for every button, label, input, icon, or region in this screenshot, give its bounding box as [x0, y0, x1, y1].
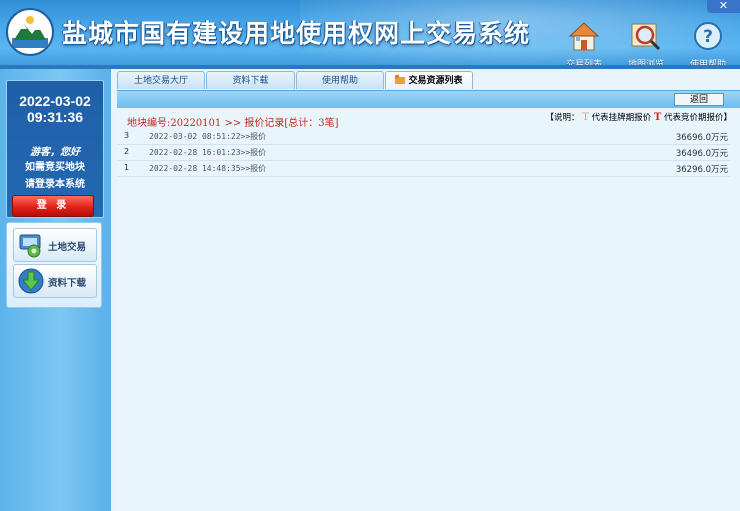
- login-hint-1: 如需竞买地块: [25, 162, 85, 173]
- system-title: 盐城市国有建设用地使用权网上交易系统: [62, 19, 531, 48]
- land-trade-icon: [19, 234, 41, 258]
- row-seq: 2: [124, 147, 130, 156]
- help-icon: ?: [694, 22, 722, 50]
- table-row: 1 2022-02-28 14:48:35>>报价 36296.0万元: [117, 161, 730, 177]
- tab-download-label: 资料下载: [232, 76, 269, 86]
- folder-icon: [395, 75, 406, 84]
- auction-period-text: 代表竞价期报价】: [663, 113, 732, 123]
- svg-text:?: ?: [703, 27, 713, 47]
- row-value: 36696.0万元: [675, 133, 728, 143]
- login-button[interactable]: 登 录: [12, 195, 94, 217]
- tab-help-label: 使用帮助: [321, 76, 358, 86]
- welcome-text: 游客，您好: [30, 147, 80, 158]
- record-title: 地块编号:20220101 >> 报价记录[总计：3笔]: [127, 118, 339, 129]
- row-time: 2022-02-28 16:01:23>>报价: [149, 148, 267, 157]
- menu-land-trade[interactable]: 土地交易: [13, 228, 97, 262]
- current-date: 2022-03-02: [19, 93, 91, 109]
- nav-trade-list[interactable]: 交易列表: [559, 20, 609, 69]
- back-button[interactable]: 返回: [674, 93, 724, 106]
- nav-help[interactable]: ? 使用帮助: [683, 20, 733, 69]
- bid-record-panel: 地块编号:20220101 >> 报价记录[总计：3笔] 【说明： T 代表挂牌…: [117, 108, 740, 511]
- tab-trade-resource-list[interactable]: 交易资源列表: [385, 71, 473, 89]
- legend-prefix: 【说明：: [545, 113, 580, 123]
- nav-trade-list-label: 交易列表: [565, 60, 602, 69]
- nav-map-browse-label: 地图浏览: [627, 60, 664, 69]
- tab-trade-resource-list-label: 交易资源列表: [408, 76, 463, 86]
- nav-map-browse[interactable]: 地图浏览: [621, 20, 671, 69]
- listing-period-text: 代表挂牌期报价: [591, 113, 652, 123]
- menu-download-label: 资料下载: [48, 278, 87, 289]
- current-time: 09:31:36: [26, 109, 84, 125]
- main-area: 土地交易大厅 资料下载 使用帮助 交易资源列表 返回 地块编号:20220101…: [117, 70, 740, 511]
- table-row: 3 2022-03-02 08:51:22>>报价 36696.0万元: [117, 129, 730, 145]
- close-button[interactable]: ✕: [707, 0, 740, 13]
- header-bar: 盐城市国有建设用地使用权网上交易系统 ✕ 交易列表 地图浏览 ? 使用帮助: [0, 0, 740, 69]
- tab-bar: 土地交易大厅 资料下载 使用帮助 交易资源列表: [117, 70, 740, 90]
- row-time: 2022-03-02 08:51:22>>报价: [149, 132, 267, 141]
- row-seq: 1: [124, 163, 130, 172]
- house-icon: [568, 22, 600, 51]
- tab-land-trade-hall-label: 土地交易大厅: [133, 76, 188, 86]
- legend: 【说明： T 代表挂牌期报价 T 代表竞价期报价】: [546, 111, 732, 123]
- listing-period-marker: T: [582, 112, 589, 123]
- login-hint-2: 请登录本系统: [25, 179, 85, 190]
- tab-download[interactable]: 资料下载: [206, 71, 295, 89]
- download-icon: [18, 268, 44, 294]
- row-value: 36496.0万元: [675, 149, 728, 159]
- tab-help[interactable]: 使用帮助: [296, 71, 384, 89]
- row-time: 2022-02-28 14:48:35>>报价: [149, 164, 267, 173]
- menu-land-trade-label: 土地交易: [48, 242, 87, 253]
- table-row: 2 2022-02-28 16:01:23>>报价 36496.0万元: [117, 145, 730, 161]
- side-menu: 土地交易 资料下载: [6, 222, 102, 308]
- toolbar: 返回: [117, 90, 740, 108]
- row-seq: 3: [124, 131, 130, 140]
- menu-download[interactable]: 资料下载: [13, 264, 97, 298]
- system-logo: [6, 8, 54, 56]
- auction-period-marker: T: [653, 112, 662, 123]
- nav-help-label: 使用帮助: [689, 60, 726, 69]
- tab-land-trade-hall[interactable]: 土地交易大厅: [117, 71, 205, 89]
- map-magnifier-icon: [631, 23, 661, 51]
- row-value: 36296.0万元: [675, 165, 728, 175]
